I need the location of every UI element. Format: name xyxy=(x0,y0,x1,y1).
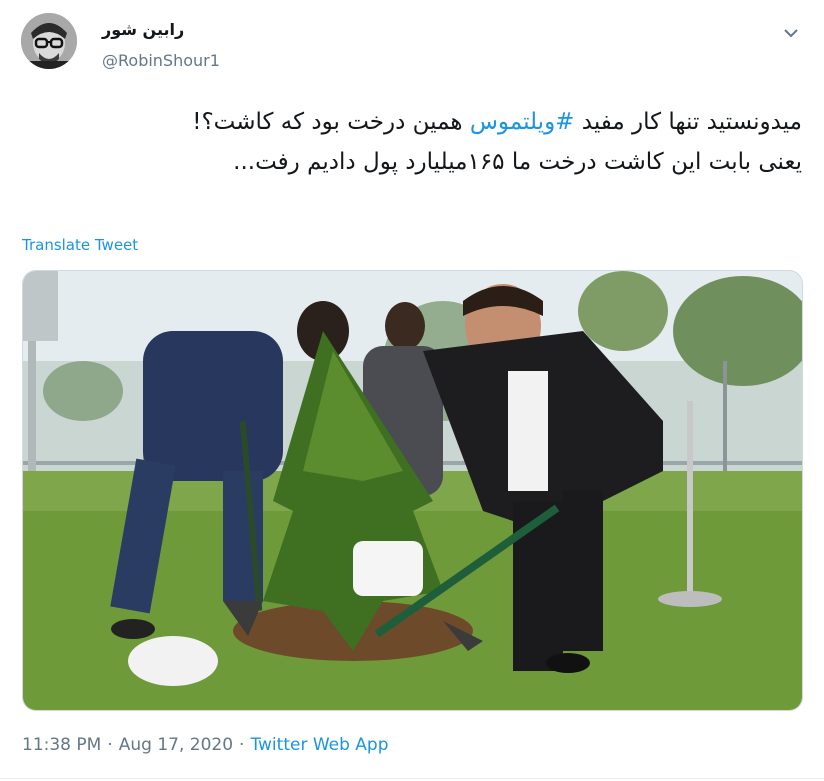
divider xyxy=(0,778,824,779)
author-handle[interactable]: @RobinShour1 xyxy=(102,51,220,70)
meta-separator: · xyxy=(107,735,113,755)
hashtag-link[interactable]: #ویلتموس xyxy=(470,109,575,135)
translate-tweet-link[interactable]: Translate Tweet xyxy=(22,236,138,254)
photo-tree-planting xyxy=(23,271,802,710)
meta-separator-2: · xyxy=(239,735,245,755)
tweet-date[interactable]: Aug 17, 2020 xyxy=(119,735,233,755)
tweet-text: میدونستید تنها کار مفید #ویلتموس همین در… xyxy=(22,102,802,182)
tweet-meta: 11:38 PM · Aug 17, 2020 · Twitter Web Ap… xyxy=(22,735,389,755)
author-name[interactable]: رابین شور xyxy=(102,20,184,39)
avatar[interactable] xyxy=(21,13,77,69)
chevron-down-icon xyxy=(784,28,798,37)
tweet-source-link[interactable]: Twitter Web App xyxy=(250,735,388,755)
tweet-photo[interactable] xyxy=(22,270,803,711)
tweet-text-start: میدونستید تنها کار مفید xyxy=(574,109,802,135)
tweet-time[interactable]: 11:38 PM xyxy=(22,735,101,755)
avatar-image xyxy=(21,13,77,69)
tweet-menu-button[interactable] xyxy=(780,22,802,44)
